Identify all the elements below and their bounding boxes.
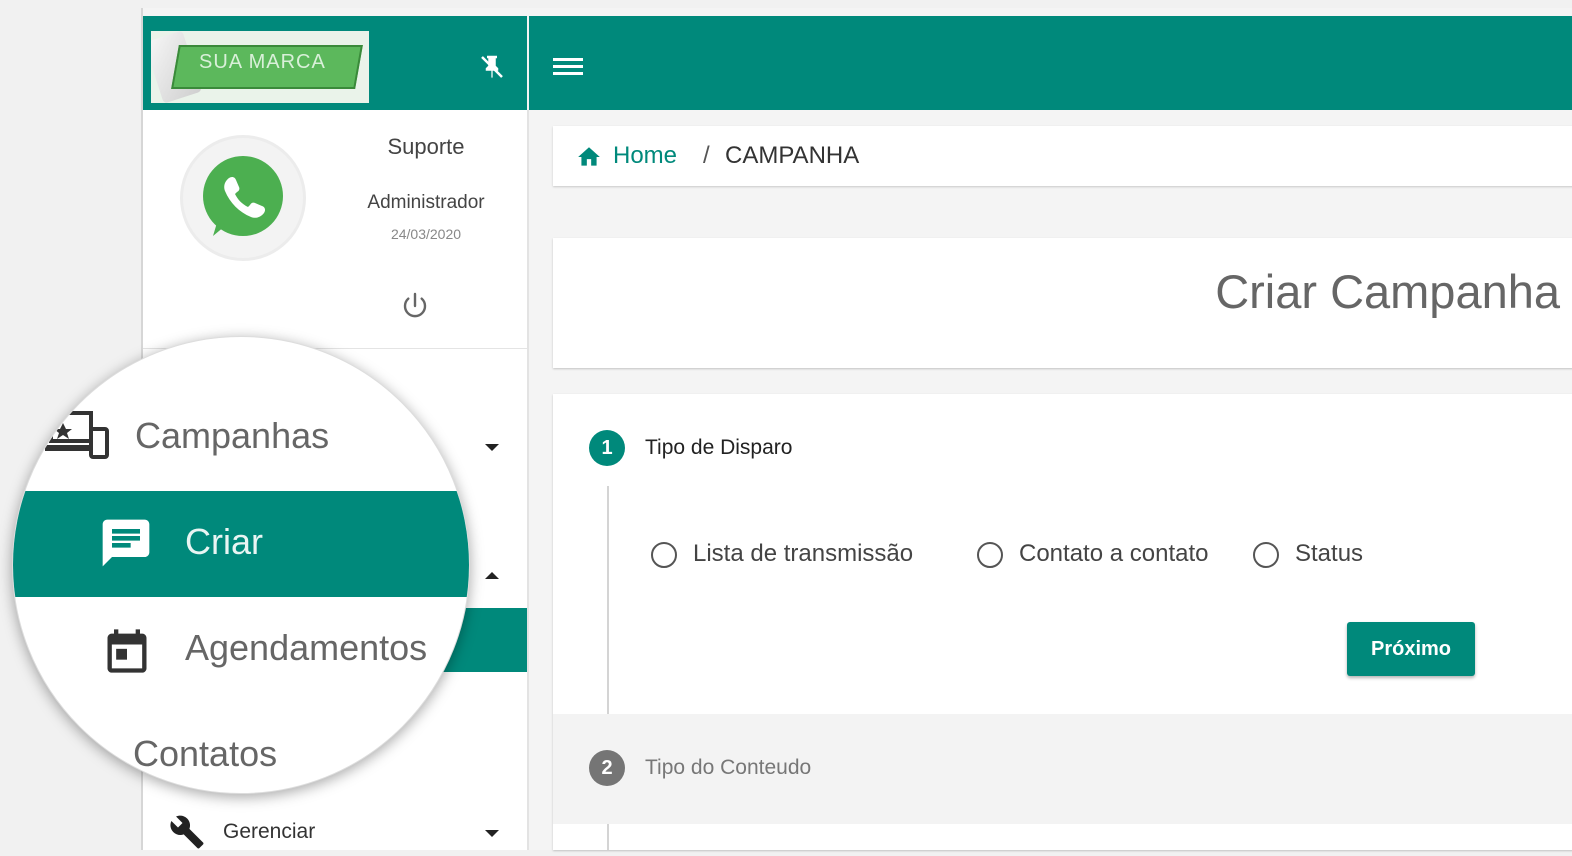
campanhas-caret-icon[interactable] — [485, 444, 499, 451]
radio-status[interactable]: Status — [1253, 538, 1383, 572]
breadcrumb-current: CAMPANHA — [725, 142, 860, 169]
campaign-devices-icon — [45, 411, 109, 459]
radio-label[interactable]: Status — [1295, 540, 1363, 568]
home-icon[interactable] — [575, 144, 603, 170]
criar-caret-icon[interactable] — [485, 572, 499, 579]
sidebar-header: SUA MARCA — [143, 16, 527, 110]
power-icon[interactable] — [399, 290, 431, 322]
step-1-label[interactable]: Tipo de Disparo — [645, 436, 792, 460]
sidebar-item-label: Criar — [185, 521, 263, 562]
step-2-label[interactable]: Tipo do Conteudo — [645, 756, 811, 780]
brand-logo[interactable]: SUA MARCA — [151, 31, 369, 103]
profile-name: Suporte — [387, 134, 465, 159]
top-app-bar — [529, 16, 1572, 110]
step-2-number[interactable]: 2 — [589, 750, 625, 786]
radio-circle[interactable] — [1253, 542, 1279, 568]
step-1-number[interactable]: 1 — [589, 430, 625, 466]
message-icon — [102, 519, 150, 567]
avatar — [183, 138, 303, 258]
sidebar-item-label: Agendamentos — [185, 627, 428, 668]
sidebar-item-label: Campanhas — [135, 415, 330, 456]
sidebar-item-criar[interactable]: Criar — [13, 491, 469, 597]
breadcrumb-separator: / — [703, 142, 710, 169]
next-button[interactable]: Próximo — [1347, 622, 1475, 676]
breadcrumb: Home / CAMPANHA — [553, 126, 1572, 186]
radio-label[interactable]: Contato a contato — [1019, 540, 1208, 568]
radio-lista-transmissao[interactable]: Lista de transmissão — [651, 538, 941, 572]
radio-circle[interactable] — [977, 542, 1003, 568]
sidebar-item-gerenciar[interactable]: Gerenciar — [143, 806, 527, 856]
sidebar-item-label: Contatos — [133, 733, 278, 774]
sidebar-item-label: Gerenciar — [223, 820, 316, 843]
brand-logo-text: SUA MARCA — [199, 51, 326, 73]
magnifier-overlay: Campanhas Criar Agendamentos Contatos — [12, 336, 470, 794]
radio-contato-a-contato[interactable]: Contato a contato — [977, 538, 1227, 572]
profile-date: 24/03/2020 — [390, 226, 462, 242]
breadcrumb-home-link[interactable]: Home — [613, 142, 677, 170]
sidebar-item-campanhas[interactable]: Campanhas — [13, 397, 469, 477]
hamburger-menu-icon[interactable] — [553, 54, 583, 78]
sidebar-item-contatos[interactable]: Contatos — [13, 715, 469, 775]
page-title-card: Criar Campanha — [553, 238, 1572, 368]
campaign-stepper: 1 Tipo de Disparo Lista de transmissão C… — [553, 394, 1572, 850]
wrench-icon — [170, 815, 204, 849]
profile-role: Administrador — [367, 192, 485, 213]
gerenciar-caret-icon — [485, 830, 499, 837]
radio-label[interactable]: Lista de transmissão — [693, 540, 913, 568]
whatsapp-icon — [203, 156, 283, 236]
calendar-icon — [107, 629, 147, 673]
pin-off-icon[interactable] — [477, 52, 507, 82]
sidebar-item-agendamentos[interactable]: Agendamentos — [13, 607, 469, 693]
radio-circle[interactable] — [651, 542, 677, 568]
page-title: Criar Campanha — [1215, 265, 1560, 318]
